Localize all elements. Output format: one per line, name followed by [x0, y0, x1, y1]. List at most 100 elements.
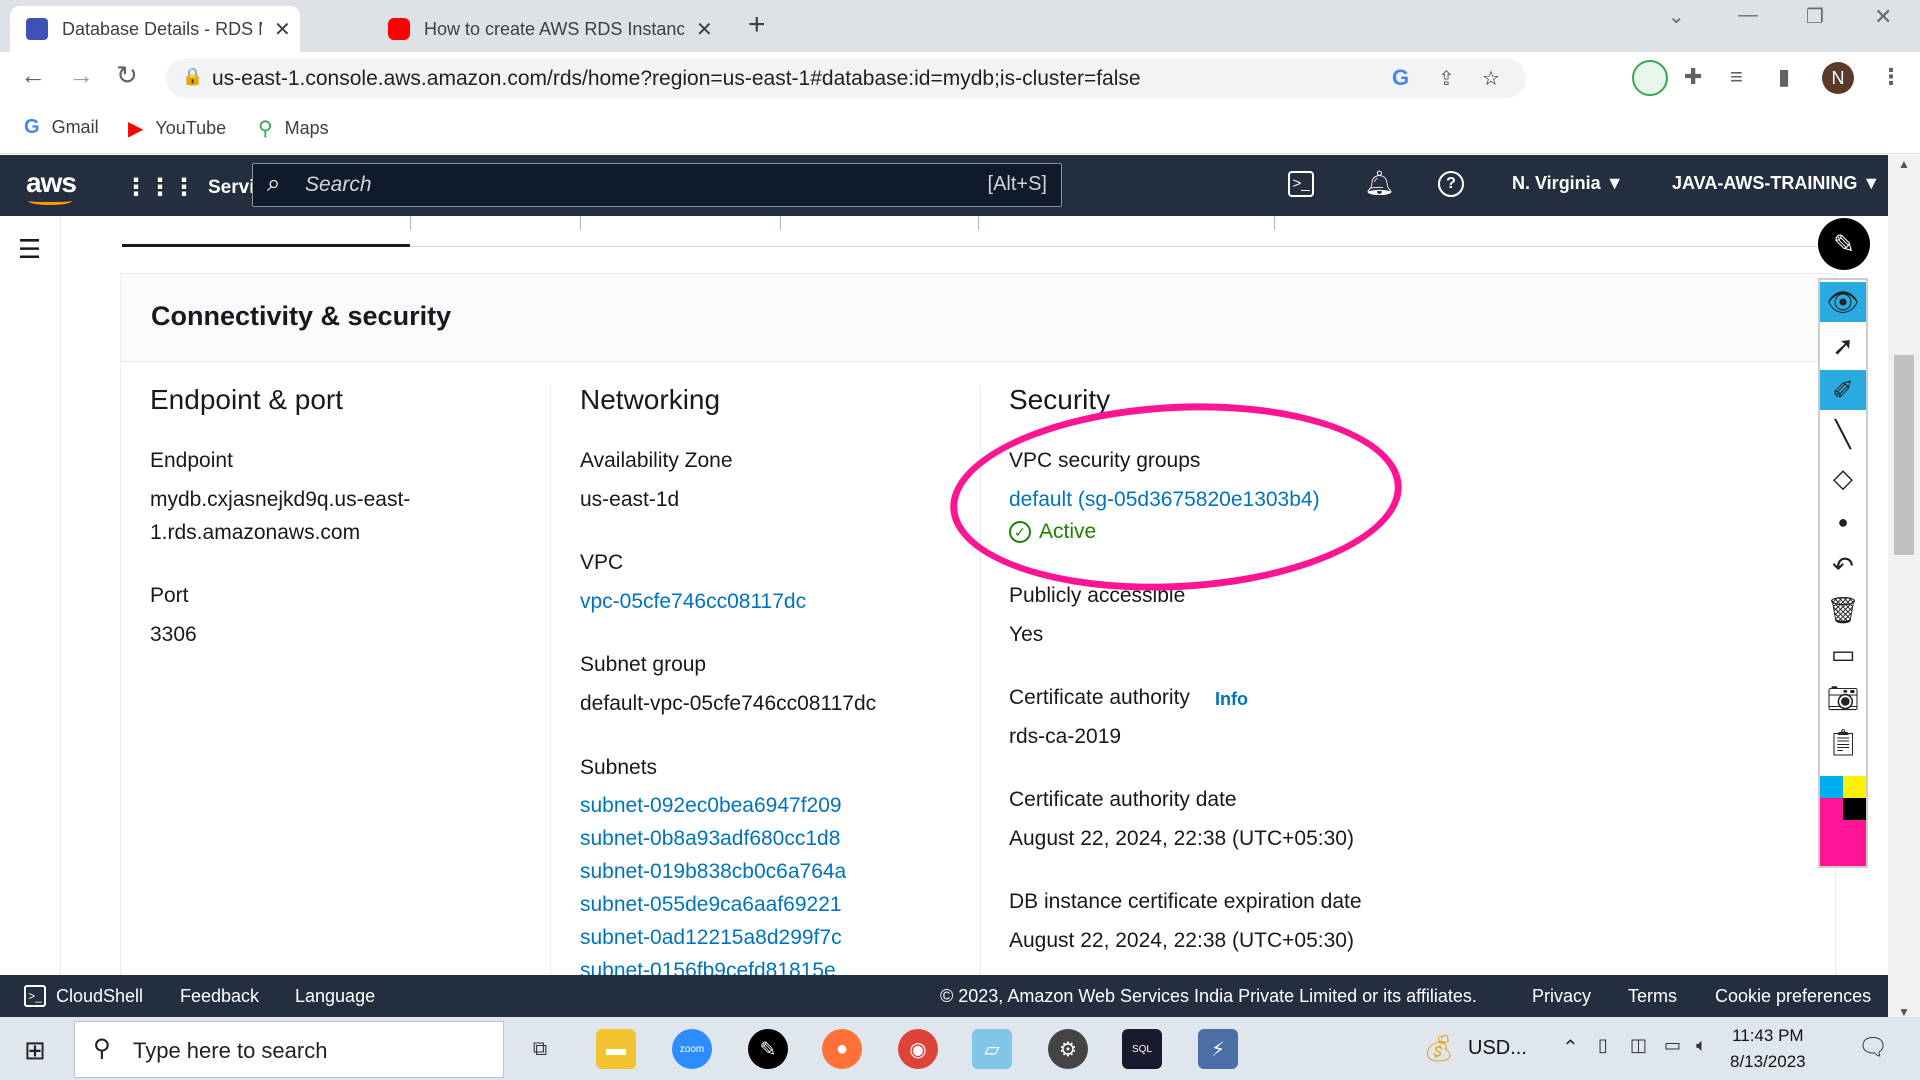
language-link[interactable]: Language	[295, 986, 375, 1007]
subnet-link[interactable]: subnet-019b838cb0c6a764a	[580, 860, 846, 884]
windows-start-icon[interactable]: ⊞	[24, 1035, 46, 1066]
close-icon[interactable]: ✕	[696, 17, 713, 42]
region-selector[interactable]: N. Virginia ▼	[1512, 173, 1624, 194]
extensions-puzzle-icon[interactable]: ✚	[1684, 64, 1702, 90]
media-control-icon[interactable]: ≡	[1730, 64, 1743, 90]
side-panel-icon[interactable]: ▮	[1778, 64, 1790, 90]
subnet-link[interactable]: subnet-092ec0bea6947f209	[580, 794, 842, 818]
window-close-icon[interactable]: ✕	[1874, 4, 1892, 30]
chrome-icon[interactable]: ◉	[898, 1029, 938, 1069]
zoom-icon[interactable]: zoom	[672, 1029, 712, 1069]
color-swatch-cyan[interactable]	[1820, 776, 1843, 798]
privacy-link[interactable]: Privacy	[1532, 986, 1591, 1007]
pointer-arrow-icon[interactable]: ➚	[1820, 326, 1866, 366]
connectivity-security-panel: Connectivity & security	[120, 273, 1836, 993]
endpoint-label: Endpoint	[150, 449, 233, 472]
tab-youtube[interactable]: How to create AWS RDS Instance ✕	[372, 6, 727, 52]
notification-center-icon[interactable]: 🗨︎	[1858, 1033, 1888, 1062]
volume-icon[interactable]: 🔈︎	[1696, 1035, 1707, 1056]
battery-icon[interactable]: ▭	[1664, 1035, 1681, 1056]
bookmark-maps[interactable]: ⚲ Maps	[258, 116, 329, 141]
subnet-link[interactable]: subnet-055de9ca6aaf69221	[580, 893, 842, 917]
network-icon[interactable]: ◫	[1630, 1035, 1647, 1056]
cloudshell-link[interactable]: CloudShell	[56, 986, 143, 1007]
currency-widget-icon[interactable]: 💰︎	[1422, 1033, 1455, 1064]
security-heading: Security	[1009, 384, 1111, 415]
clipboard-icon[interactable]: 📋︎	[1820, 722, 1866, 762]
settings-gear-icon[interactable]: ⚙	[1048, 1029, 1088, 1069]
color-swatch-black[interactable]	[1843, 798, 1866, 820]
google-lens-icon[interactable]: G	[1392, 65, 1409, 91]
dot-size-icon[interactable]: ●	[1820, 502, 1866, 542]
address-bar[interactable]: 🔒 us-east-1.console.aws.amazon.com/rds/h…	[166, 58, 1526, 98]
whiteboard-icon[interactable]: ▭	[1820, 634, 1866, 674]
tab-active-indicator[interactable]	[122, 244, 410, 247]
pen-annotation-app-icon[interactable]: ✎	[748, 1029, 788, 1069]
page-scrollbar[interactable]: ▲ ▼	[1888, 155, 1920, 1025]
current-color-swatch[interactable]	[1820, 820, 1866, 866]
scroll-thumb[interactable]	[1894, 355, 1914, 555]
file-explorer-icon[interactable]: ▬	[596, 1029, 636, 1069]
profile-avatar[interactable]: N	[1822, 62, 1854, 94]
cloudshell-icon[interactable]: >_	[1288, 171, 1314, 197]
currency-widget-label[interactable]: USD...	[1468, 1037, 1527, 1060]
vpc-link[interactable]: vpc-05cfe746cc08117dc	[580, 590, 806, 614]
tray-chevron-up-icon[interactable]: ⌃	[1562, 1035, 1579, 1060]
pen-line-icon[interactable]: ╲	[1820, 414, 1866, 454]
forward-arrow-icon[interactable]: →	[68, 60, 94, 91]
cloudshell-icon[interactable]: >_	[24, 985, 46, 1007]
aws-logo[interactable]: aws	[26, 167, 77, 199]
bookmark-gmail[interactable]: G Gmail	[24, 116, 99, 139]
info-link[interactable]: Info	[1215, 689, 1248, 710]
youtube-favicon-icon	[388, 18, 410, 40]
tab-search-icon[interactable]: ⌄	[1668, 4, 1685, 29]
highlighter-icon[interactable]: ✐	[1820, 370, 1866, 410]
mysql-workbench-icon[interactable]: SQL	[1122, 1029, 1162, 1069]
firefox-icon[interactable]: ●	[822, 1029, 862, 1069]
trash-icon[interactable]: 🗑︎	[1820, 590, 1866, 630]
google-icon: G	[24, 116, 40, 138]
networking-heading: Networking	[580, 384, 721, 415]
system-clock[interactable]: 11:43 PM 8/13/2023	[1730, 1023, 1806, 1075]
copyright-text: © 2023, Amazon Web Services India Privat…	[940, 986, 1477, 1006]
notifications-bell-icon[interactable]: 🔔︎	[1364, 169, 1394, 198]
notepad-app-icon[interactable]: ▱	[972, 1029, 1012, 1069]
bookmark-star-icon[interactable]: ☆	[1482, 66, 1500, 91]
cookie-preferences-link[interactable]: Cookie preferences	[1715, 986, 1871, 1007]
subnet-link[interactable]: subnet-0b8a93adf680cc1d8	[580, 827, 840, 851]
eraser-icon[interactable]: ◇	[1820, 458, 1866, 498]
tray-device-icon[interactable]: ▯	[1598, 1035, 1608, 1056]
bookmark-youtube[interactable]: ▶ YouTube	[128, 116, 226, 141]
taskbar-search-input[interactable]: ⚲ Type here to search	[74, 1021, 504, 1078]
port-label: Port	[150, 584, 189, 607]
help-icon[interactable]: ?	[1438, 171, 1464, 197]
undo-icon[interactable]: ↶	[1820, 546, 1866, 586]
remote-app-icon[interactable]: ⚡	[1198, 1029, 1238, 1069]
restore-icon[interactable]: ❐	[1806, 4, 1824, 29]
close-icon[interactable]: ✕	[274, 17, 291, 42]
annotation-pen-toggle-icon[interactable]: ✎	[1818, 218, 1870, 270]
minimize-icon[interactable]: —	[1738, 4, 1758, 27]
extension-whatsapp-icon[interactable]	[1632, 60, 1668, 96]
scroll-up-icon[interactable]: ▲	[1898, 157, 1910, 171]
search-input[interactable]: ⌕ Search [Alt+S]	[252, 163, 1062, 207]
feedback-link[interactable]: Feedback	[180, 986, 259, 1007]
eye-icon[interactable]: 👁︎	[1820, 282, 1866, 322]
chrome-menu-icon[interactable]: ⋮	[1880, 64, 1902, 90]
subnet-link[interactable]: subnet-0156fb9cefd81815e	[580, 959, 836, 975]
color-swatch-yellow[interactable]	[1843, 776, 1866, 798]
lock-icon[interactable]: 🔒	[182, 67, 203, 87]
task-view-icon[interactable]: ⧉	[520, 1029, 560, 1069]
share-icon[interactable]: ⇪	[1438, 66, 1455, 91]
subnet-link[interactable]: subnet-0ad12215a8d299f7c	[580, 926, 842, 950]
color-swatch-magenta[interactable]	[1820, 798, 1843, 820]
back-arrow-icon[interactable]: ←	[20, 60, 46, 91]
tab-rds-console[interactable]: Database Details - RDS Management Consol…	[10, 6, 300, 52]
terms-link[interactable]: Terms	[1628, 986, 1677, 1007]
new-tab-button[interactable]: +	[748, 8, 766, 42]
side-menu-icon[interactable]: ☰	[18, 234, 41, 265]
reload-icon[interactable]: ↻	[116, 60, 138, 91]
account-menu[interactable]: JAVA-AWS-TRAINING ▼	[1672, 173, 1880, 194]
search-icon: ⚲	[93, 1035, 111, 1062]
camera-icon[interactable]: 📷︎	[1820, 678, 1866, 718]
